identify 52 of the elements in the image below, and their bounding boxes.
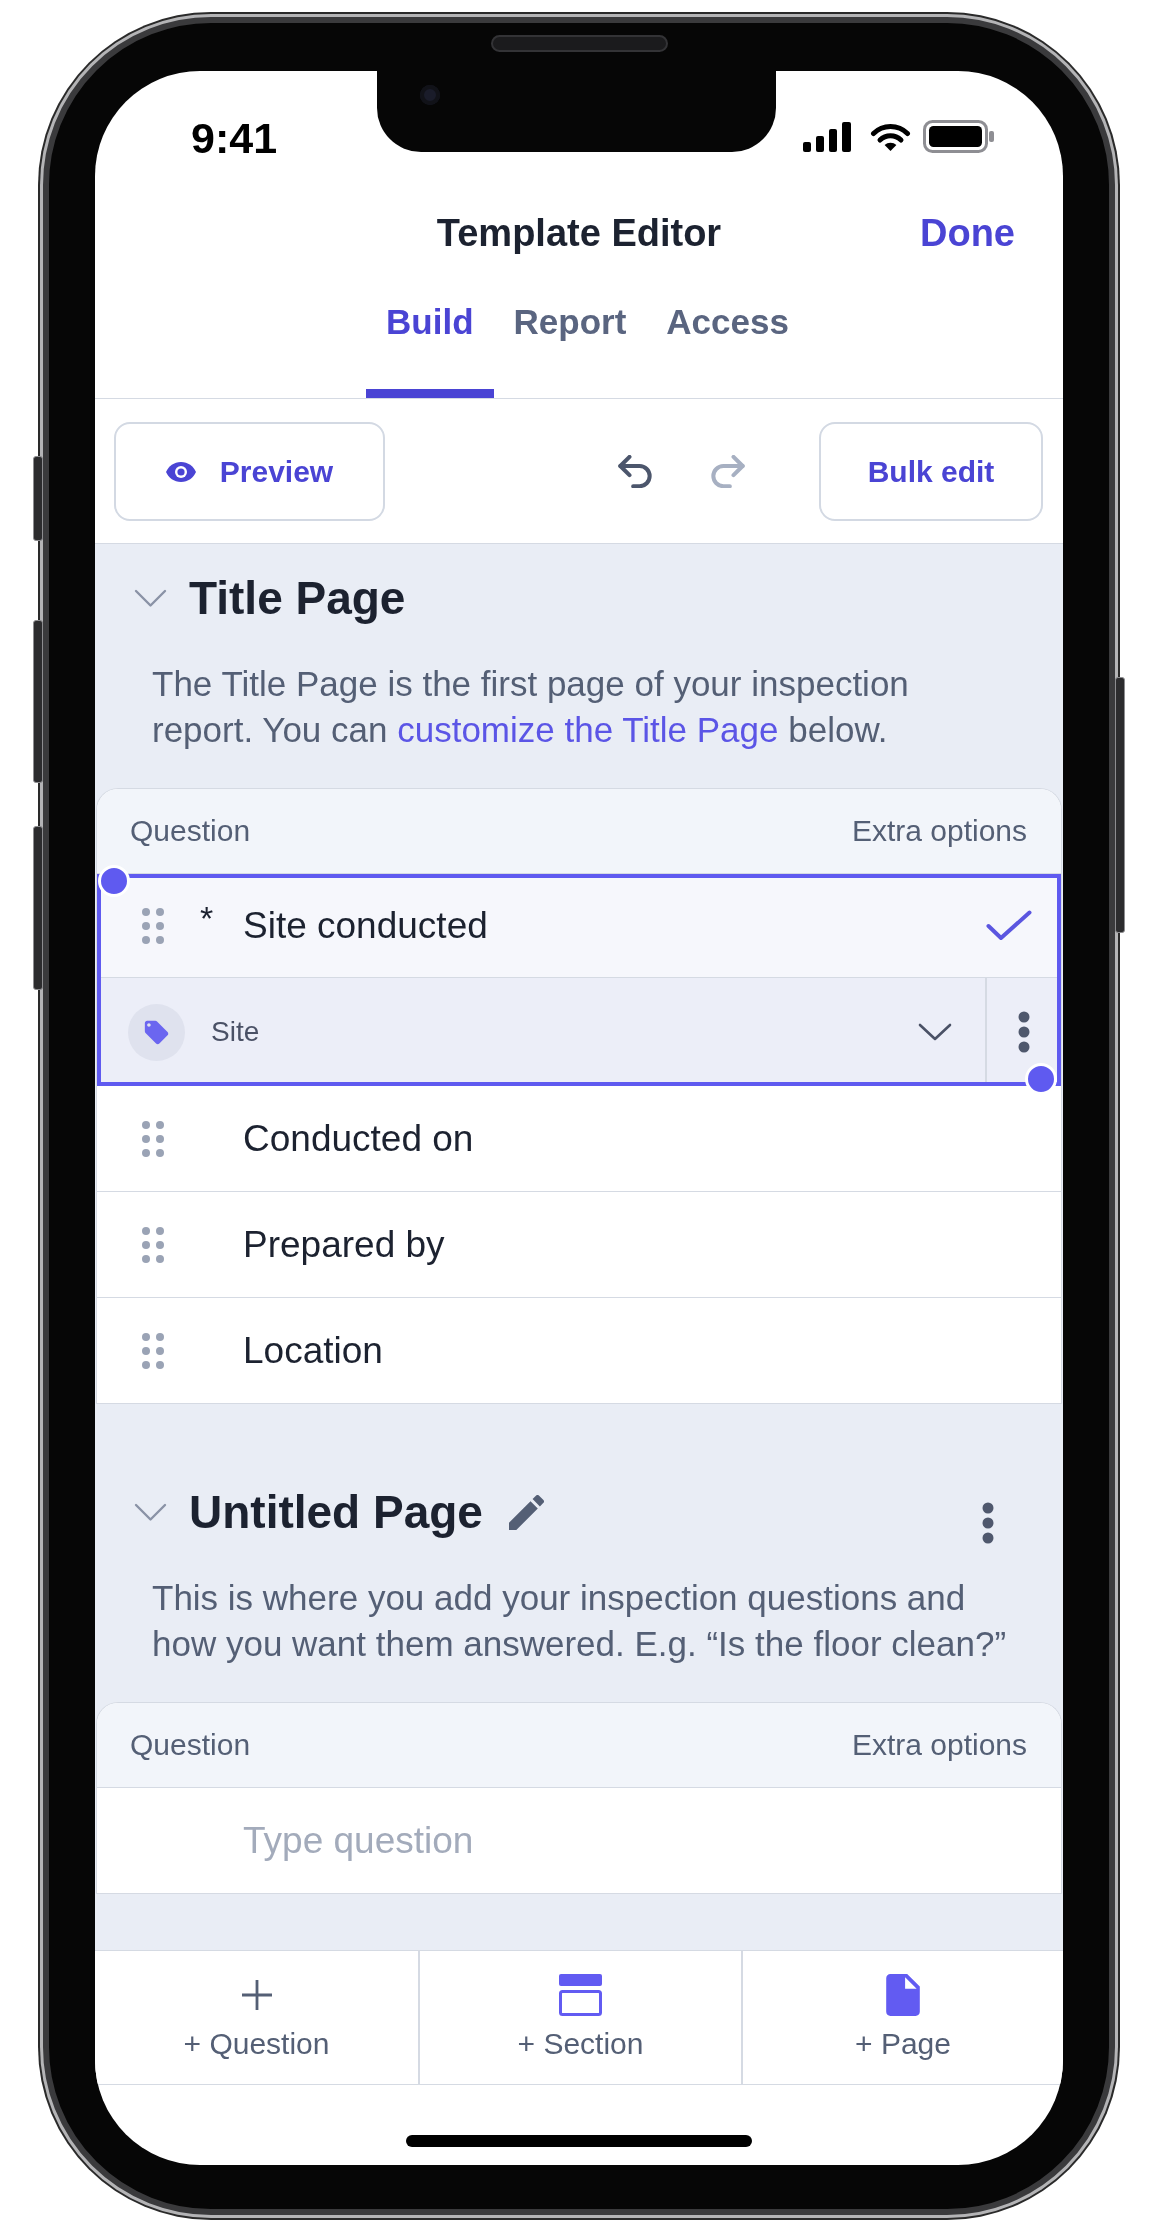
- side-button[interactable]: [33, 826, 43, 990]
- more-icon[interactable]: [982, 1502, 994, 1544]
- side-button[interactable]: [1115, 677, 1125, 933]
- question-text: Prepared by: [243, 1222, 445, 1267]
- question-text: Conducted on: [243, 1116, 474, 1161]
- screen-title: Template Editor: [436, 210, 722, 256]
- battery-icon: [923, 120, 994, 153]
- eye-icon: [165, 461, 196, 482]
- tag-icon: [128, 1003, 185, 1061]
- page-title: Untitled Page: [189, 1485, 483, 1540]
- add-section-button[interactable]: + Section: [418, 1951, 741, 2084]
- panel-icon: [559, 1974, 602, 2016]
- page-title: Title Page: [189, 571, 406, 626]
- undo-icon[interactable]: [616, 455, 654, 488]
- side-button[interactable]: [33, 620, 43, 783]
- signal-icon: [803, 121, 851, 152]
- tab[interactable]: Access: [646, 280, 809, 398]
- column-header: Question: [130, 813, 251, 849]
- column-header: Question: [130, 1727, 251, 1763]
- bulk-edit-button[interactable]: Bulk edit: [819, 422, 1043, 521]
- done-button[interactable]: Done: [920, 203, 1015, 262]
- plus-icon: [240, 1979, 273, 2011]
- column-header: Extra options: [851, 1727, 1027, 1763]
- question-text: Location: [243, 1328, 383, 1373]
- check-icon: [986, 910, 1032, 941]
- page-description: This is where you add your inspection questions and how you want them answered. E.g. “Is the floor clean?”: [152, 1577, 1008, 1665]
- drag-handle-icon[interactable]: [142, 907, 164, 944]
- drag-handle-icon[interactable]: [142, 1120, 164, 1157]
- question-item[interactable]: * Site conducted Site: [97, 874, 1061, 1086]
- status-time: 9:41: [191, 115, 278, 161]
- question-input[interactable]: Type question: [243, 1818, 543, 1863]
- more-icon: [1018, 1011, 1030, 1053]
- description-link[interactable]: customize the Title Page: [397, 710, 779, 749]
- document-icon: [886, 1974, 920, 2016]
- preview-button[interactable]: Preview: [114, 422, 385, 521]
- wifi-icon: [870, 121, 911, 152]
- add-question-button[interactable]: + Question: [95, 1951, 418, 2084]
- chevron-icon[interactable]: [134, 588, 167, 608]
- pencil-icon[interactable]: [508, 1494, 544, 1530]
- side-button[interactable]: [33, 456, 43, 541]
- drag-handle-icon[interactable]: [142, 1226, 164, 1263]
- chevron-icon[interactable]: [134, 1502, 167, 1522]
- tab[interactable]: Report: [493, 280, 647, 398]
- question-text: Site conducted: [243, 903, 488, 948]
- tab[interactable]: Build: [366, 280, 494, 398]
- required-mark: *: [200, 900, 214, 937]
- page-description: The Title Page is the first page of your inspection report. You can customize the Title Page below.: [152, 663, 910, 751]
- column-header: Extra options: [851, 813, 1027, 849]
- front-camera: [420, 85, 440, 105]
- caret-icon: [918, 1023, 952, 1041]
- drag-handle-icon[interactable]: [142, 1332, 164, 1369]
- add-page-button[interactable]: + Page: [741, 1951, 1063, 2084]
